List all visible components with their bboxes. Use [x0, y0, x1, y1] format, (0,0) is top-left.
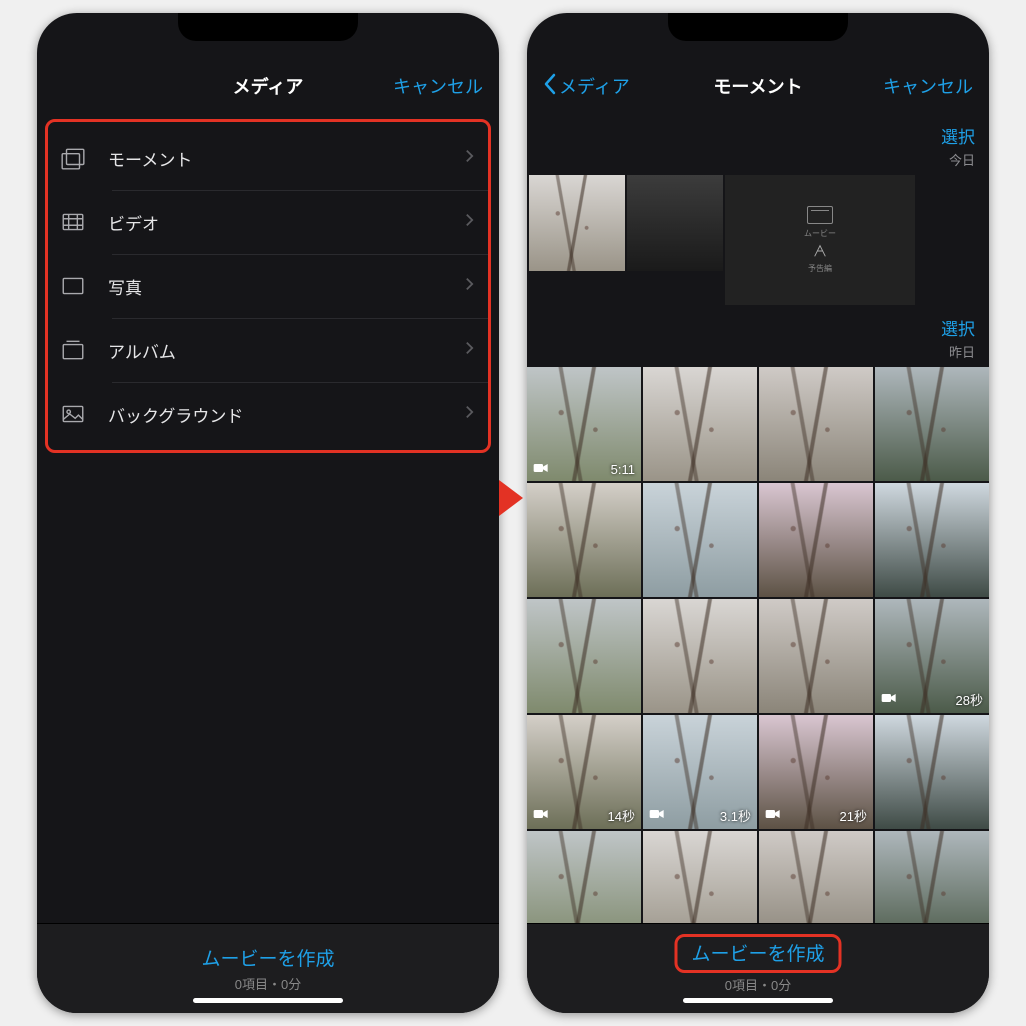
trailer-icon	[812, 243, 828, 259]
background-icon	[58, 399, 88, 429]
thumbnail-video[interactable]: 3.1秒	[643, 715, 757, 829]
video-duration: 14秒	[608, 806, 635, 825]
content-area: モーメント ビデオ 写真	[37, 113, 499, 923]
thumbnail-photo[interactable]	[875, 715, 989, 829]
thumbnail-photo[interactable]	[527, 831, 641, 923]
home-indicator[interactable]	[683, 998, 833, 1003]
video-duration: 28秒	[956, 690, 983, 709]
screen-media-categories: メディア キャンセル モーメント ビデオ	[37, 13, 499, 1013]
video-badge: 21秒	[765, 806, 867, 825]
video-duration: 3.1秒	[720, 806, 751, 825]
camera-icon	[533, 808, 549, 823]
home-indicator[interactable]	[193, 998, 343, 1003]
section-date: 今日	[949, 150, 975, 169]
thumbnail-screenshot[interactable]: ムービー 予告編	[725, 175, 915, 305]
chevron-left-icon	[543, 73, 557, 100]
notch	[178, 13, 358, 41]
menu-label: アルバム	[108, 338, 465, 363]
thumbnail-video[interactable]: 28秒	[875, 599, 989, 713]
thumbnail-photo[interactable]	[527, 599, 641, 713]
menu-label: バックグラウンド	[108, 402, 465, 427]
thumbnail-photo[interactable]	[643, 831, 757, 923]
nav-title: モーメント	[713, 73, 802, 99]
select-button[interactable]: 選択	[941, 315, 975, 340]
video-duration: 21秒	[840, 806, 867, 825]
selection-status: 0項目・0分	[235, 974, 301, 993]
create-movie-button[interactable]: ムービーを作成	[201, 944, 334, 971]
section-header: 選択 今日	[527, 113, 989, 175]
cancel-button[interactable]: キャンセル	[863, 73, 973, 99]
thumbnail-photo[interactable]	[759, 367, 873, 481]
camera-icon	[765, 808, 781, 823]
menu-item-moments[interactable]: モーメント	[48, 126, 488, 190]
notch	[668, 13, 848, 41]
moments-content[interactable]: 選択 今日 ムービー 予告編 選択 昨日 5:11 28秒 14秒 3.1秒 21秒	[527, 113, 989, 923]
menu-label: モーメント	[108, 146, 465, 171]
menu-item-video[interactable]: ビデオ	[48, 190, 488, 254]
chevron-right-icon	[465, 276, 474, 297]
thumbnail-photo[interactable]	[875, 483, 989, 597]
nav-title: メディア	[233, 73, 304, 99]
camera-icon	[881, 692, 897, 707]
selection-status: 0項目・0分	[725, 975, 791, 994]
thumbnail-photo[interactable]	[527, 483, 641, 597]
video-badge: 5:11	[533, 462, 635, 477]
thumbnail-photo[interactable]	[759, 483, 873, 597]
thumbnail-video[interactable]: 5:11	[527, 367, 641, 481]
create-movie-button[interactable]: ムービーを作成	[691, 939, 824, 966]
camera-icon	[533, 462, 549, 477]
thumbnail-photo[interactable]	[875, 367, 989, 481]
chevron-right-icon	[465, 212, 474, 233]
thumbnail-grid: 5:11 28秒 14秒 3.1秒 21秒	[527, 367, 989, 923]
thumbnail-photo[interactable]	[627, 175, 723, 271]
thumbnail-video[interactable]: 21秒	[759, 715, 873, 829]
menu-label: ビデオ	[108, 210, 465, 235]
highlight-box: ムービーを作成	[674, 934, 841, 973]
thumb-row: ムービー 予告編	[527, 175, 989, 305]
arrow-right-icon	[499, 480, 523, 516]
moments-section-yesterday: 選択 昨日 5:11 28秒 14秒 3.1秒 21秒	[527, 305, 989, 923]
chevron-right-icon	[465, 340, 474, 361]
moments-icon	[58, 143, 88, 173]
thumbnail-photo[interactable]	[643, 367, 757, 481]
video-badge: 14秒	[533, 806, 635, 825]
video-badge: 3.1秒	[649, 806, 751, 825]
back-button[interactable]: メディア	[543, 73, 653, 100]
navbar: メディア キャンセル	[37, 59, 499, 113]
screen-moments: メディア モーメント キャンセル 選択 今日 ムービー 予告編	[527, 13, 989, 1013]
section-header: 選択 昨日	[527, 305, 989, 367]
film-icon	[807, 206, 833, 224]
mini-caption: 予告編	[808, 263, 832, 274]
photo-icon	[58, 271, 88, 301]
thumbnail-photo[interactable]	[875, 831, 989, 923]
chevron-right-icon	[465, 148, 474, 169]
menu-label: 写真	[108, 274, 465, 299]
highlight-box: モーメント ビデオ 写真	[45, 119, 491, 453]
media-category-list: モーメント ビデオ 写真	[48, 126, 488, 446]
album-icon	[58, 335, 88, 365]
chevron-right-icon	[465, 404, 474, 425]
thumbnail-photo[interactable]	[643, 599, 757, 713]
cancel-button[interactable]: キャンセル	[373, 73, 483, 99]
back-label: メディア	[559, 73, 630, 99]
thumbnail-video[interactable]: 14秒	[527, 715, 641, 829]
video-duration: 5:11	[611, 462, 635, 477]
navbar: メディア モーメント キャンセル	[527, 59, 989, 113]
moments-section-today: 選択 今日 ムービー 予告編	[527, 113, 989, 305]
menu-item-album[interactable]: アルバム	[48, 318, 488, 382]
mini-caption: ムービー	[804, 228, 836, 239]
video-icon	[58, 207, 88, 237]
thumbnail-photo[interactable]	[643, 483, 757, 597]
thumbnail-photo[interactable]	[529, 175, 625, 271]
camera-icon	[649, 808, 665, 823]
menu-item-photo[interactable]: 写真	[48, 254, 488, 318]
menu-item-background[interactable]: バックグラウンド	[48, 382, 488, 446]
section-date: 昨日	[949, 342, 975, 361]
select-button[interactable]: 選択	[941, 123, 975, 148]
thumbnail-photo[interactable]	[759, 831, 873, 923]
thumbnail-photo[interactable]	[759, 599, 873, 713]
video-badge: 28秒	[881, 690, 983, 709]
